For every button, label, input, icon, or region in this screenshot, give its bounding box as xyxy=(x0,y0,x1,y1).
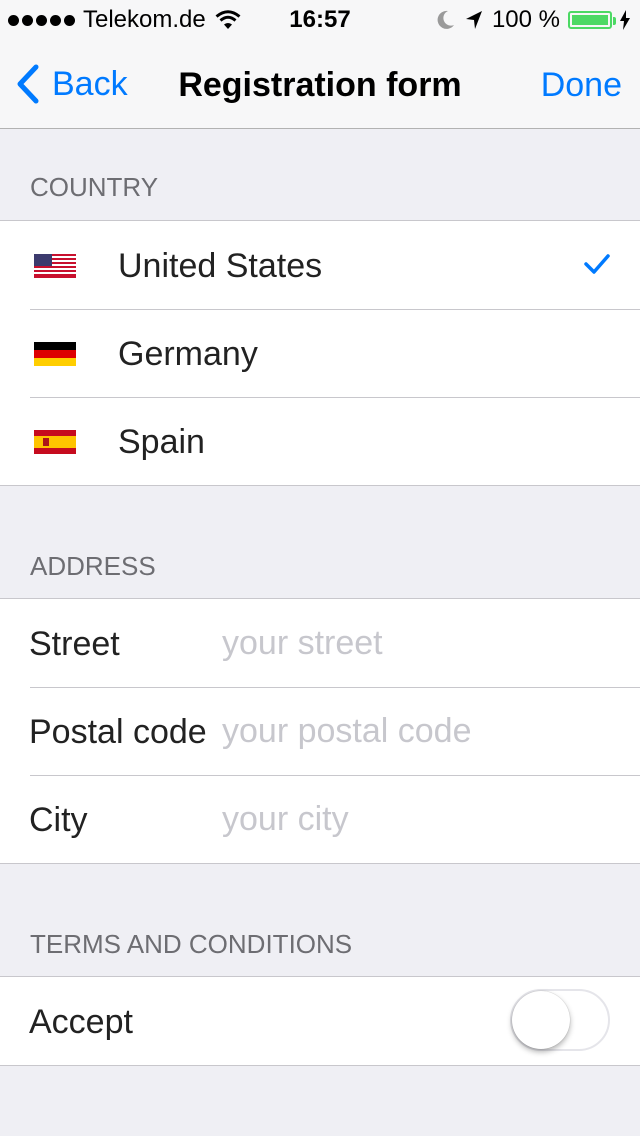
toggle-knob[interactable] xyxy=(512,991,570,1049)
battery-icon xyxy=(568,11,616,29)
moon-icon xyxy=(437,10,454,29)
accept-row: Accept xyxy=(0,977,640,1065)
street-label: Street xyxy=(29,625,120,663)
terms-section-header: TERMS AND CONDITIONS xyxy=(30,929,353,959)
status-right: 100 % xyxy=(436,6,630,34)
country-option-united-states[interactable]: United States xyxy=(0,221,640,309)
us-flag-icon xyxy=(34,254,76,278)
location-arrow-icon xyxy=(465,11,482,29)
country-list: United States Germany Spain xyxy=(0,220,640,486)
country-name: Germany xyxy=(118,335,258,373)
city-label: City xyxy=(29,801,88,839)
country-section-header: COUNTRY xyxy=(30,172,159,202)
postal-code-input[interactable] xyxy=(220,705,624,757)
done-button[interactable]: Done xyxy=(541,66,622,105)
street-row: Street xyxy=(0,599,640,687)
navigation-bar: Back Registration form Done xyxy=(0,40,640,129)
address-form: Street Postal code City xyxy=(0,598,640,864)
postal-code-row: Postal code xyxy=(0,687,640,775)
country-option-germany[interactable]: Germany xyxy=(0,309,640,397)
de-flag-icon xyxy=(34,342,76,366)
accept-toggle[interactable] xyxy=(510,989,610,1051)
country-option-spain[interactable]: Spain xyxy=(0,397,640,485)
country-name: Spain xyxy=(118,423,205,461)
checkmark-icon xyxy=(584,254,610,274)
charging-bolt-icon xyxy=(620,10,630,30)
country-name: United States xyxy=(118,247,323,285)
status-bar: Telekom.de 16:57 100 % xyxy=(0,0,640,40)
city-row: City xyxy=(0,775,640,863)
battery-percent: 100 % xyxy=(491,6,560,33)
city-input[interactable] xyxy=(220,793,624,845)
terms-group: Accept xyxy=(0,976,640,1066)
accept-label: Accept xyxy=(29,1003,133,1041)
address-section-header: ADDRESS xyxy=(30,551,156,581)
postal-code-label: Postal code xyxy=(29,713,207,751)
es-flag-icon xyxy=(34,430,76,454)
street-input[interactable] xyxy=(220,617,624,669)
